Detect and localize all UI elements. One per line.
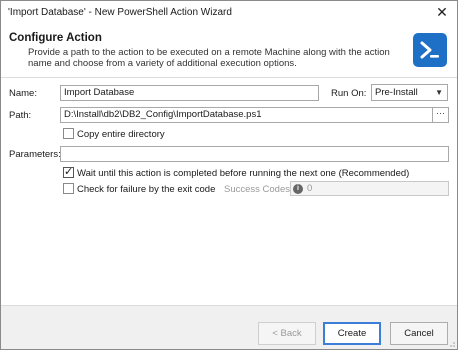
chevron-down-icon: ▼ <box>435 88 443 97</box>
resize-grip-icon[interactable] <box>447 339 455 347</box>
window-title: 'Import Database' - New PowerShell Actio… <box>8 7 232 18</box>
browse-button[interactable]: ··· <box>432 108 448 122</box>
page-title: Configure Action <box>9 32 102 44</box>
wizard-footer: < Back Create Cancel <box>1 305 457 349</box>
action-form: Name: Import Database Run On: Pre-Instal… <box>1 79 457 304</box>
close-icon[interactable]: ✕ <box>433 3 451 21</box>
path-value: D:\Install\db2\DB2_Config\ImportDatabase… <box>64 109 262 120</box>
info-icon: i <box>293 184 303 194</box>
cancel-button[interactable]: Cancel <box>390 322 448 345</box>
name-label: Name: <box>9 88 37 99</box>
page-description: Provide a path to the action to be execu… <box>28 47 390 69</box>
name-field[interactable]: Import Database <box>60 85 319 101</box>
copy-directory-checkbox[interactable] <box>63 128 74 139</box>
wizard-window: 'Import Database' - New PowerShell Actio… <box>0 0 458 350</box>
run-on-select[interactable]: Pre-Install ▼ <box>371 84 448 101</box>
powershell-icon <box>413 33 447 67</box>
success-codes-label: Success Codes: <box>224 184 293 195</box>
path-label: Path: <box>9 110 32 121</box>
back-button[interactable]: < Back <box>258 322 316 345</box>
success-codes-value: 0 <box>307 183 313 194</box>
checkmark-icon: ✓ <box>64 166 74 178</box>
copy-directory-label: Copy entire directory <box>77 129 165 140</box>
check-failure-label: Check for failure by the exit code <box>77 184 216 195</box>
run-on-label: Run On: <box>331 88 367 99</box>
path-field[interactable]: D:\Install\db2\DB2_Config\ImportDatabase… <box>60 107 449 123</box>
wait-checkbox[interactable]: ✓ <box>63 166 74 178</box>
wizard-header: Configure Action Provide a path to the a… <box>1 23 457 78</box>
wait-label: Wait until this action is completed befo… <box>77 168 410 179</box>
run-on-value: Pre-Install <box>375 87 418 98</box>
title-bar: 'Import Database' - New PowerShell Actio… <box>1 1 457 23</box>
check-failure-checkbox[interactable] <box>63 183 74 194</box>
create-button[interactable]: Create <box>323 322 381 345</box>
success-codes-field: i 0 <box>290 181 449 196</box>
parameters-label: Parameters: <box>9 149 61 160</box>
parameters-field[interactable] <box>60 146 449 162</box>
